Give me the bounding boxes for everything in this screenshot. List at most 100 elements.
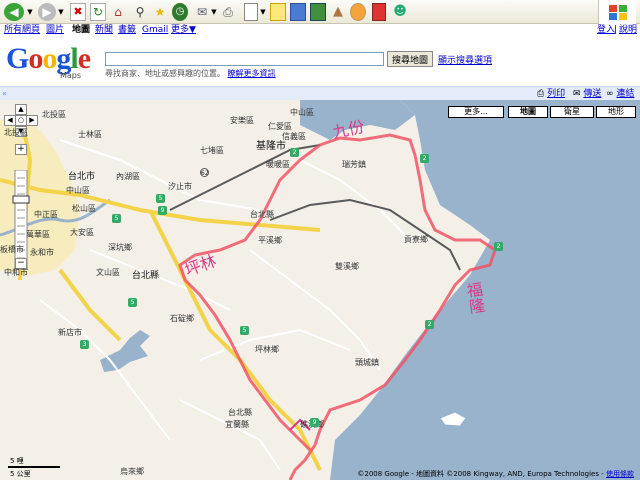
place-label: 萬華區 — [26, 230, 50, 239]
messenger-buddy-icon[interactable] — [372, 3, 386, 21]
place-label: 坪林鄉 — [255, 345, 279, 354]
favorites-star-icon[interactable]: ★ — [152, 3, 168, 21]
send-link[interactable]: 傳送 — [583, 89, 601, 99]
highway-shield: 2 — [420, 154, 429, 163]
login-link[interactable]: 登入 — [597, 24, 615, 36]
chain-link-icon: ∞ — [606, 89, 614, 99]
map-action-bar: « ⎙ 列印 ✉ 傳送 ∞ 連結 — [0, 86, 640, 100]
terms-link[interactable]: 使用條款 — [606, 470, 634, 478]
place-label: 板橋市 — [0, 245, 24, 254]
place-label: 北投區 — [42, 110, 66, 119]
browser-toolbar: ◀ ▼ ▶ ▼ ✖ ↻ ⌂ ⚲ ★ ◷ ✉ ▼ ⎙ ▼ ▲ ☻ — [0, 0, 640, 24]
place-label: 仁愛區 — [268, 122, 292, 131]
maps-header: Google Maps 搜尋地圖 顯示搜尋選項 尋找商家、地址或感興趣的位置。 … — [0, 36, 640, 86]
highway-shield: 9 — [310, 418, 319, 427]
send-action[interactable]: ✉ 傳送 — [573, 88, 601, 100]
link-action[interactable]: ∞ 連結 — [606, 88, 634, 100]
edit-icon[interactable] — [244, 3, 258, 21]
place-label: 石碇鄉 — [170, 314, 194, 323]
print-action[interactable]: ⎙ 列印 — [537, 88, 565, 100]
nav-link-web[interactable]: 所有網頁 — [4, 24, 40, 36]
nav-link-more[interactable]: 更多▼ — [171, 24, 196, 36]
place-label: 中山區 — [290, 108, 314, 117]
google-logo[interactable]: Google — [6, 42, 91, 75]
messenger-icon[interactable] — [290, 3, 306, 21]
nav-separator: | — [614, 25, 618, 35]
forward-arrow-icon[interactable]: ▶ — [38, 3, 56, 21]
zoom-slider[interactable] — [11, 170, 31, 270]
place-label: 信義區 — [282, 132, 306, 141]
map-copyright: ©2008 Google - 地圖資料 ©2008 Kingway, AND, … — [357, 469, 634, 479]
map-type-satellite[interactable]: 衛星 — [550, 106, 594, 118]
nav-link-maps[interactable]: 地圖 — [72, 24, 90, 36]
highway-shield: 3 — [80, 340, 89, 349]
place-label: 深坑鄉 — [108, 243, 132, 252]
refresh-icon[interactable]: ↻ — [90, 3, 106, 21]
search-maps-button[interactable]: 搜尋地圖 — [387, 51, 433, 67]
map-type-terrain[interactable]: 地形 — [596, 106, 636, 118]
forward-dropdown-icon[interactable]: ▼ — [57, 3, 65, 21]
edit-dropdown-icon[interactable]: ▼ — [259, 3, 267, 21]
place-label: 北投區 — [4, 128, 28, 137]
mail-icon[interactable]: ✉ — [194, 3, 210, 21]
home-icon[interactable]: ⌂ — [110, 3, 126, 21]
search-options-link[interactable]: 顯示搜尋選項 — [438, 53, 492, 66]
media-icon[interactable] — [310, 3, 326, 21]
map-type-map[interactable]: 地圖 — [508, 106, 548, 118]
railway — [269, 198, 461, 271]
place-label: 士林區 — [78, 130, 102, 139]
search-icon[interactable]: ⚲ — [132, 3, 148, 21]
highway-shield: 2 — [494, 242, 503, 251]
place-label: 暖暖區 — [266, 160, 290, 169]
place-label: 文山區 — [96, 268, 120, 277]
nav-link-gmail[interactable]: Gmail — [142, 24, 168, 36]
place-label: 台北縣 — [228, 408, 252, 417]
scale-imperial: 5 哩 — [10, 457, 24, 465]
place-label: 瑞芳鎮 — [342, 160, 366, 169]
google-nav-bar: 所有網頁 圖片 地圖 新聞 書籤 Gmail 更多▼ 登入 | 說明 — [0, 24, 640, 36]
zoom-in-button[interactable]: + — [15, 144, 27, 155]
link-link[interactable]: 連結 — [616, 89, 634, 99]
scale-metric: 5 公里 — [10, 470, 31, 478]
back-arrow-icon[interactable]: ◀ — [4, 3, 24, 21]
copyright-text: ©2008 Google - 地圖資料 ©2008 Kingway, AND, … — [357, 470, 604, 478]
place-label: 松山區 — [72, 204, 96, 213]
map-canvas[interactable]: 更多... 地圖 衛星 地形 ▲ ◀ ○ ▶ ▼ + − 基隆市 台北市 台北縣… — [0, 100, 640, 480]
windows-messenger-icon[interactable]: ☻ — [392, 3, 408, 21]
place-label: 宜蘭縣 — [225, 420, 249, 429]
place-label: 烏來鄉 — [120, 467, 144, 476]
place-label: 大安區 — [70, 228, 94, 237]
place-label: 永和市 — [30, 248, 54, 257]
pan-up-icon[interactable]: ▲ — [15, 104, 27, 115]
back-dropdown-icon[interactable]: ▼ — [26, 3, 34, 21]
feitsui-reservoir — [100, 330, 150, 372]
place-label: 台北縣 — [132, 271, 160, 281]
map-type-more[interactable]: 更多... — [448, 106, 504, 118]
highway-shield: 62 — [200, 168, 209, 177]
toolbar-extension-icon[interactable] — [350, 3, 366, 21]
stop-icon[interactable]: ✖ — [70, 3, 86, 21]
pan-right-icon[interactable]: ▶ — [26, 115, 38, 126]
printer-icon: ⎙ — [537, 89, 545, 99]
logo-letter: G — [6, 42, 29, 75]
search-input[interactable] — [105, 52, 384, 66]
history-icon[interactable]: ◷ — [172, 3, 188, 21]
print-icon[interactable]: ⎙ — [220, 3, 236, 21]
collapse-panel-icon[interactable]: « — [2, 89, 10, 99]
research-icon[interactable]: ▲ — [330, 3, 346, 21]
mail-dropdown-icon[interactable]: ▼ — [210, 3, 218, 21]
place-label: 七堵區 — [200, 146, 224, 155]
discuss-icon[interactable] — [270, 3, 286, 21]
highway-shield: 5 — [112, 214, 121, 223]
nav-link-images[interactable]: 圖片 — [46, 24, 64, 36]
learn-more-link[interactable]: 瞭解更多資訊 — [228, 69, 276, 78]
print-link[interactable]: 列印 — [547, 89, 565, 99]
help-link[interactable]: 說明 — [619, 24, 637, 36]
zoom-handle[interactable] — [12, 195, 30, 204]
highway-shield: 5 — [156, 194, 165, 203]
logo-subtitle: Maps — [60, 71, 82, 80]
windows-logo-icon — [598, 0, 636, 24]
nav-link-bookmarks[interactable]: 書籤 — [118, 24, 136, 36]
nav-link-news[interactable]: 新聞 — [95, 24, 113, 36]
highway-shield: 2 — [290, 148, 299, 157]
